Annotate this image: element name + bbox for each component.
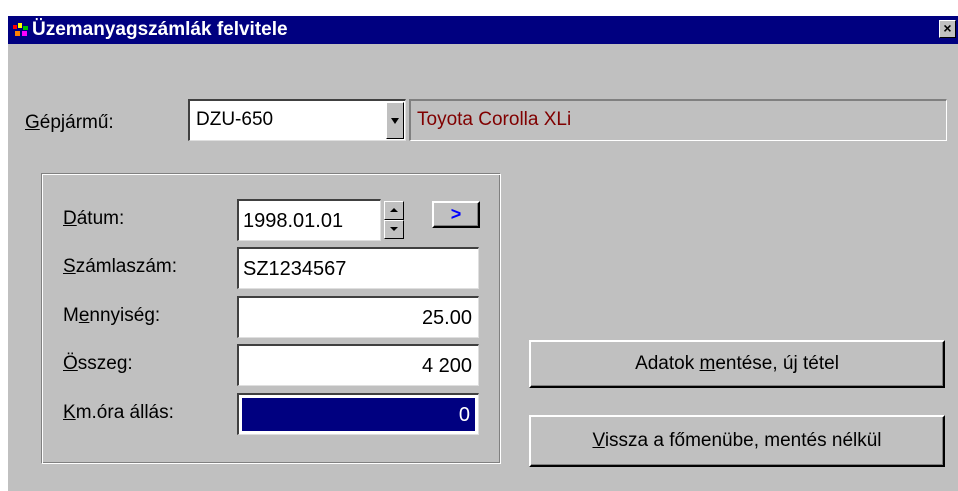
odometer-selection-highlight (241, 397, 476, 432)
quantity-label: Mennyiség: (63, 305, 160, 327)
invoice-number-field[interactable]: SZ1234567 (237, 247, 479, 289)
date-spin-down[interactable] (384, 220, 404, 239)
vehicle-label-text: épjármű: (39, 112, 114, 133)
vehicle-description: Toyota Corolla XLi (417, 109, 572, 130)
date-label-text: átum: (76, 208, 125, 229)
quantity-field[interactable]: 25.00 (237, 296, 479, 338)
save-button-label: Adatok mentése, új tétel (531, 353, 943, 375)
quantity-label-pre: M (63, 305, 79, 326)
amount-field[interactable]: 4 200 (237, 344, 479, 386)
invoice-label-text: zámlaszám: (75, 256, 178, 277)
close-button[interactable]: × (939, 20, 956, 38)
date-field[interactable]: 1998.01.01 (237, 199, 381, 241)
back-button-label: Vissza a főmenübe, mentés nélkül (531, 430, 943, 452)
title-bar[interactable]: Üzemanyagszámlák felvitele × (8, 16, 958, 44)
odometer-value: 0 (458, 404, 470, 426)
date-label: Dátum: (63, 208, 124, 230)
quantity-label-text: nnyiség: (89, 305, 161, 326)
save-new-item-button[interactable]: Adatok mentése, új tétel (529, 340, 945, 388)
odometer-field[interactable]: 0 (237, 393, 479, 435)
vehicle-selected-value: DZU-650 (196, 109, 274, 130)
back-label-post: issza a főmenübe, mentés nélkül (604, 430, 882, 451)
date-label-accel: D (63, 208, 77, 229)
dialog-window: Üzemanyagszámlák felvitele × Gépjármű: D… (8, 16, 958, 491)
spin-up-icon (390, 208, 398, 212)
invoice-label-accel: S (63, 256, 76, 277)
next-arrow-icon: > (450, 204, 462, 224)
window-title: Üzemanyagszámlák felvitele (32, 19, 288, 40)
odometer-label-text: m.óra állás: (75, 402, 174, 423)
amount-value: 4 200 (421, 355, 472, 377)
vehicle-dropdown-button[interactable] (386, 102, 404, 139)
odometer-label-accel: K (63, 402, 76, 423)
save-label-accel: m (699, 353, 716, 374)
save-label-post: entése, új tétel (715, 353, 839, 374)
amount-label: Összeg: (63, 353, 133, 375)
vehicle-combobox[interactable]: DZU-650 (188, 99, 406, 141)
app-icon (12, 22, 30, 38)
amount-label-accel: Ö (63, 353, 78, 374)
vehicle-label-accel: G (25, 112, 40, 133)
next-date-button[interactable]: > (432, 201, 480, 228)
spin-down-icon (390, 227, 398, 231)
vehicle-description-field: Toyota Corolla XLi (409, 99, 947, 141)
odometer-label: Km.óra állás: (63, 402, 174, 424)
close-icon: × (943, 20, 952, 36)
invoice-number-value: SZ1234567 (243, 258, 347, 280)
back-to-main-menu-button[interactable]: Vissza a főmenübe, mentés nélkül (529, 415, 945, 467)
amount-label-text: sszeg: (77, 353, 133, 374)
quantity-value: 25.00 (421, 307, 472, 329)
vehicle-label: Gépjármű: (25, 112, 114, 134)
date-value: 1998.01.01 (243, 210, 344, 232)
back-label-accel: V (592, 430, 605, 451)
invoice-number-label: Számlaszám: (63, 256, 177, 278)
quantity-label-accel: e (78, 305, 90, 326)
save-label-pre: Adatok (635, 353, 700, 374)
chevron-down-icon (391, 118, 399, 124)
date-spin-up[interactable] (384, 201, 404, 220)
